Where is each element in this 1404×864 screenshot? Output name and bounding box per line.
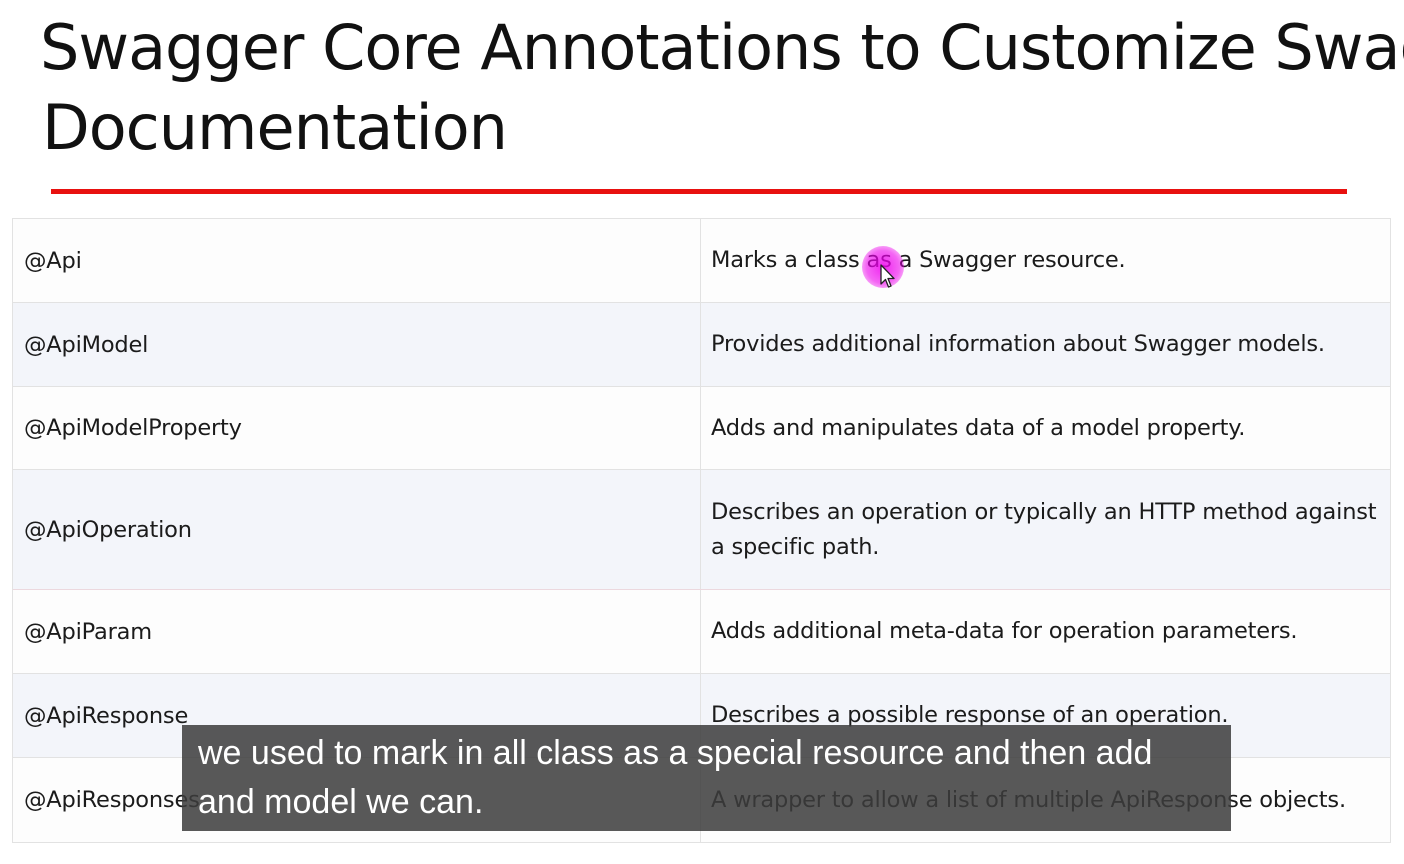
annotation-name: @ApiModelProperty: [13, 387, 701, 469]
mouse-pointer-icon: [880, 264, 895, 288]
slide-title: Swagger Core Annotations to Customize Sw…: [40, 8, 1404, 168]
caption-line-2: and model we can.: [198, 783, 484, 821]
slide-title-line-2: Documentation: [42, 91, 508, 164]
video-caption: we used to mark in all class as a specia…: [182, 725, 1231, 831]
slide-title-line-1: Swagger Core Annotations to Customize Sw…: [40, 11, 1404, 84]
annotation-description: Marks a class as a Swagger resource.: [711, 247, 1126, 273]
annotation-description: Describes an operation or typically an H…: [711, 498, 1377, 560]
table-row: @ApiModel Provides additional informatio…: [13, 303, 1390, 387]
annotation-description: Provides additional information about Sw…: [711, 331, 1325, 357]
table-row: @Api Marks a class as a Swagger resource…: [13, 219, 1390, 303]
caption-line-1: we used to mark in all class as a specia…: [198, 734, 1153, 772]
slide: Swagger Core Annotations to Customize Sw…: [0, 0, 1404, 864]
annotation-name: @ApiParam: [13, 590, 701, 673]
annotation-name: @ApiModel: [13, 303, 701, 386]
table-row: @ApiParam Adds additional meta-data for …: [13, 590, 1390, 674]
annotation-description: Adds additional meta-data for operation …: [711, 618, 1298, 644]
annotation-name: @Api: [13, 219, 701, 302]
title-divider: [51, 189, 1347, 194]
table-row: @ApiOperation Describes an operation or …: [13, 470, 1390, 590]
annotation-description: Adds and manipulates data of a model pro…: [711, 414, 1246, 441]
table-row: @ApiModelProperty Adds and manipulates d…: [13, 387, 1390, 470]
annotation-name: @ApiOperation: [13, 470, 701, 589]
